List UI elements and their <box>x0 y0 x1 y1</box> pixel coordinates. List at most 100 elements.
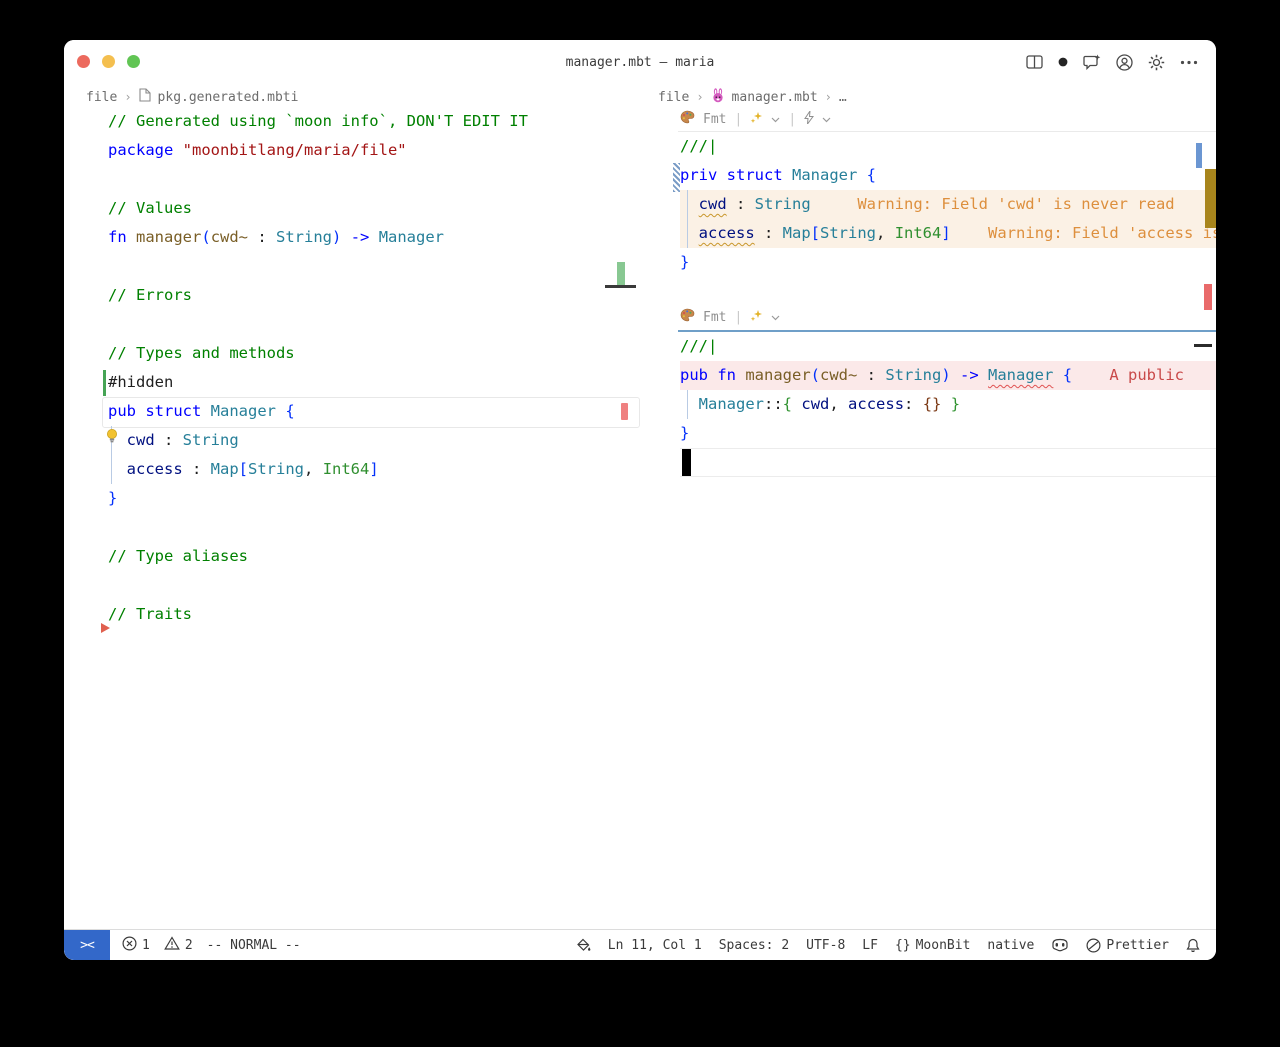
code-line[interactable]: } <box>680 419 1216 448</box>
code-token: , <box>829 395 848 413</box>
code-editor[interactable]: // Generated using `moon info`, DON'T ED… <box>64 107 640 629</box>
sparkle-icon[interactable] <box>750 309 763 326</box>
code-token: priv struct <box>680 166 783 184</box>
eol-indicator[interactable]: LF <box>862 938 878 953</box>
account-icon[interactable] <box>1116 54 1133 71</box>
breadcrumb-folder[interactable]: file <box>658 90 689 105</box>
breadcrumb-folder[interactable]: file <box>86 90 117 105</box>
code-line[interactable]: // Type aliases <box>108 542 640 571</box>
remote-indicator[interactable]: >< <box>64 930 110 960</box>
cursor-position[interactable]: Ln 11, Col 1 <box>608 938 702 953</box>
bolt-icon[interactable] <box>804 111 814 128</box>
code-token: [ <box>239 460 248 478</box>
code-line[interactable]: // Values <box>108 194 640 223</box>
problems-indicator[interactable]: 1 2 <box>122 936 193 955</box>
code-token: Manager <box>699 395 764 413</box>
breadcrumb-file[interactable]: manager.mbt <box>732 90 818 105</box>
ellipsis-icon[interactable] <box>1180 60 1198 65</box>
code-line[interactable]: package "moonbitlang/maria/file" <box>108 136 640 165</box>
sparkle-icon[interactable] <box>750 111 763 128</box>
overview-error-marker <box>1204 284 1212 310</box>
code-line[interactable]: } <box>108 484 640 513</box>
code-line[interactable]: access : Map[String, Int64] <box>108 455 640 484</box>
code-token: Int64 <box>895 224 942 242</box>
breadcrumb-file[interactable]: pkg.generated.mbti <box>158 90 299 105</box>
code-token <box>680 224 699 242</box>
code-token: } <box>951 395 960 413</box>
codelens-fmt-button[interactable]: Fmt <box>703 112 726 127</box>
vim-mode-indicator[interactable]: -- NORMAL -- <box>207 938 301 953</box>
code-line[interactable]: // Errors <box>108 281 640 310</box>
breadcrumb: file › manager.mbt › … <box>658 87 847 107</box>
code-line[interactable] <box>108 571 640 600</box>
code-token <box>792 395 801 413</box>
code-token: cwd <box>801 395 829 413</box>
record-dot-icon[interactable] <box>1058 57 1068 67</box>
chevron-right-icon: › <box>124 90 131 104</box>
split-editor-icon[interactable] <box>1026 55 1043 69</box>
code-line[interactable]: access : Map[String, Int64] Warning: Fie… <box>680 219 1216 248</box>
chevron-down-icon[interactable] <box>822 112 831 127</box>
code-line[interactable]: ///| <box>680 332 1216 361</box>
code-token: ) <box>941 366 950 384</box>
code-token: pub struct <box>108 402 201 420</box>
code-line[interactable]: // Generated using `moon info`, DON'T ED… <box>108 107 640 136</box>
breadcrumb-symbol[interactable]: … <box>839 90 847 105</box>
code-token: Manager <box>988 366 1053 384</box>
code-token: { <box>285 402 294 420</box>
gutter-modified-marker <box>673 163 680 192</box>
code-token: String <box>820 224 876 242</box>
code-token: ] <box>941 224 950 242</box>
code-editor[interactable]: ///|pub fn manager(cwd~ : String) -> Man… <box>640 332 1216 477</box>
gear-icon[interactable] <box>1148 54 1165 71</box>
paint-bucket-icon[interactable] <box>576 938 591 953</box>
language-indicator[interactable]: {} MoonBit <box>895 938 970 953</box>
formatter-indicator[interactable]: Prettier <box>1086 938 1169 953</box>
code-token: Manager <box>792 166 857 184</box>
code-line[interactable]: cwd : String Warning: Field 'cwd' is nev… <box>680 190 1216 219</box>
copilot-icon[interactable] <box>1051 938 1069 952</box>
code-line[interactable]: Manager::{ cwd, access: {} } <box>680 390 1216 419</box>
code-line[interactable]: } <box>680 248 1216 277</box>
code-token: // Type aliases <box>108 547 248 565</box>
code-line[interactable]: priv struct Manager { <box>680 161 1216 190</box>
code-line[interactable] <box>108 513 640 542</box>
formatter-label: Prettier <box>1106 938 1169 953</box>
code-token: A public <box>1072 366 1184 384</box>
code-token: Manager <box>211 402 276 420</box>
target-indicator[interactable]: native <box>987 938 1034 953</box>
code-token: String <box>885 366 941 384</box>
code-line[interactable] <box>680 448 1216 477</box>
codelens-separator: | <box>734 310 742 325</box>
code-line[interactable] <box>108 310 640 339</box>
codelens-separator: | <box>788 112 796 127</box>
code-line[interactable]: fn manager(cwd~ : String) -> Manager <box>108 223 640 252</box>
code-line[interactable]: pub struct Manager { <box>108 397 640 426</box>
encoding-indicator[interactable]: UTF-8 <box>806 938 845 953</box>
code-line[interactable]: pub fn manager(cwd~ : String) -> Manager… <box>680 361 1216 390</box>
code-line[interactable] <box>108 252 640 281</box>
code-editor[interactable]: ///|priv struct Manager { cwd : String W… <box>640 132 1216 277</box>
code-line[interactable]: // Traits <box>108 600 640 629</box>
code-token <box>276 402 285 420</box>
code-line[interactable]: ///| <box>680 132 1216 161</box>
chevron-down-icon[interactable] <box>771 310 780 325</box>
code-token: , <box>304 460 323 478</box>
bell-icon[interactable] <box>1186 938 1200 953</box>
code-line[interactable]: cwd : String <box>108 426 640 455</box>
chevron-down-icon[interactable] <box>771 112 780 127</box>
code-token: package <box>108 141 173 159</box>
code-token: } <box>680 424 689 442</box>
code-token <box>173 141 182 159</box>
indentation-indicator[interactable]: Spaces: 2 <box>719 938 789 953</box>
chat-sparkle-icon[interactable] <box>1083 54 1101 70</box>
editor-pane-left: file › pkg.generated.mbti // Generated u… <box>64 84 641 930</box>
code-line[interactable] <box>108 165 640 194</box>
code-token: } <box>680 253 689 271</box>
code-token: #hidden <box>108 373 173 391</box>
code-line[interactable]: #hidden <box>108 368 640 397</box>
codelens-fmt-button[interactable]: Fmt <box>703 310 726 325</box>
code-line[interactable]: // Types and methods <box>108 339 640 368</box>
code-token: ] <box>369 460 378 478</box>
code-token: ( <box>811 366 820 384</box>
